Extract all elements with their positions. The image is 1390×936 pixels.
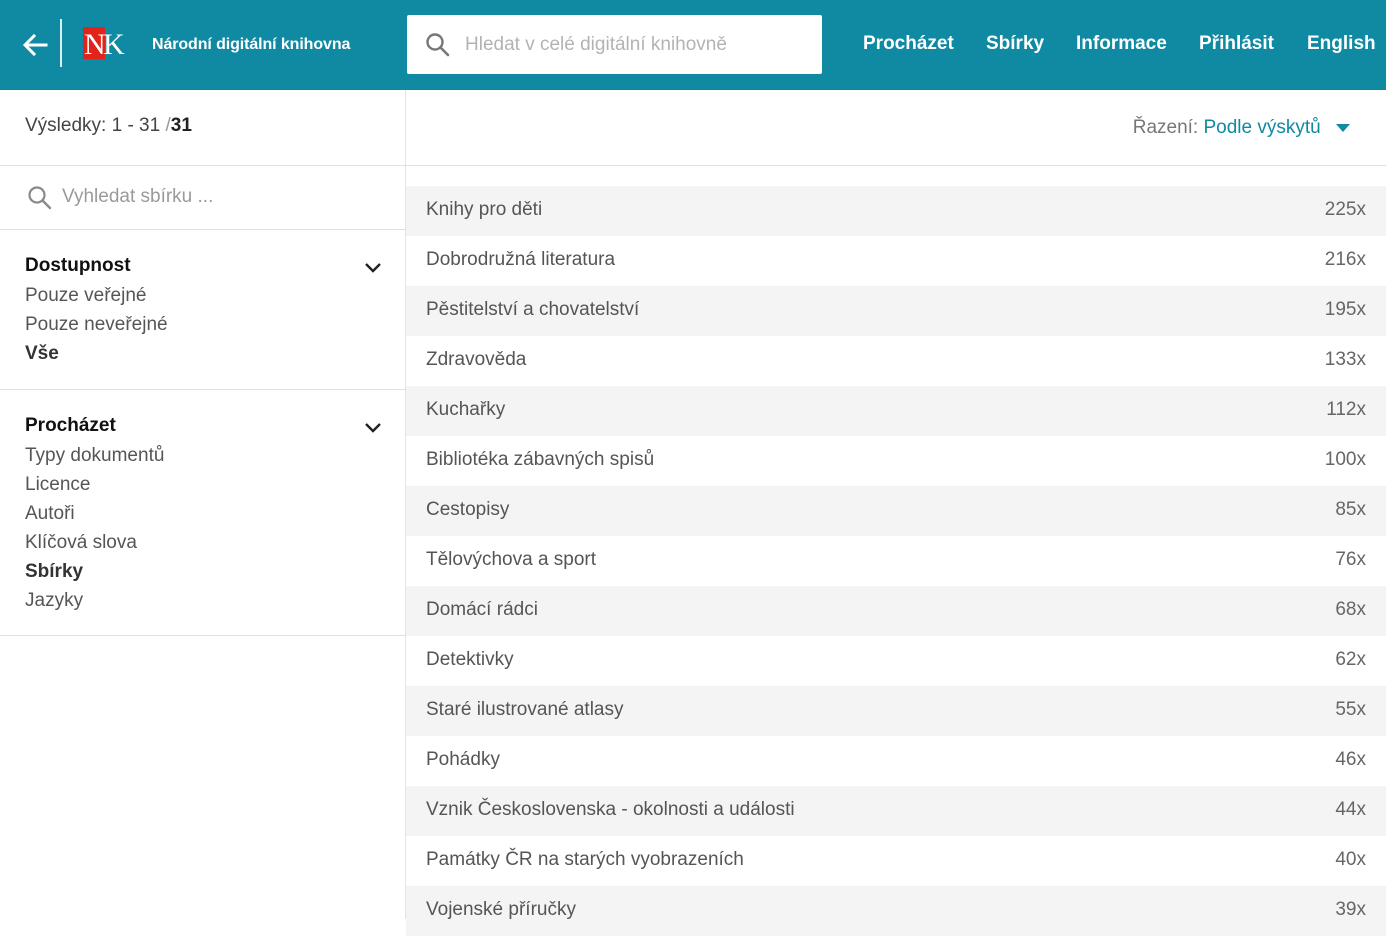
main-nav: Procházet Sbírky Informace Přihlásit Eng… — [0, 33, 1386, 59]
sort-bar: Řazení: Podle výskytů — [406, 90, 1386, 166]
collection-count: 133x — [1324, 349, 1366, 370]
sort-label: Řazení: — [1132, 117, 1199, 138]
collection-row[interactable]: Staré ilustrované atlasy 55x — [406, 686, 1386, 736]
collection-row[interactable]: Pohádky 46x — [406, 736, 1386, 786]
divider — [0, 229, 406, 230]
facet-availability-title[interactable]: Dostupnost — [25, 251, 385, 281]
facet-item-public-only[interactable]: Pouze veřejné — [25, 281, 385, 310]
facet-item-authors[interactable]: Autoři — [25, 499, 385, 528]
collection-count: 68x — [1335, 599, 1366, 620]
collection-row[interactable]: Památky ČR na starých vyobrazeních 40x — [406, 836, 1386, 886]
facet-item-collections[interactable]: Sbírky — [25, 557, 385, 586]
collection-count: 225x — [1324, 199, 1366, 220]
collection-row[interactable]: Vznik Československa - okolnosti a událo… — [406, 786, 1386, 836]
collection-name[interactable]: Památky ČR na starých vyobrazeních — [426, 849, 744, 871]
collection-name[interactable]: Domácí rádci — [426, 599, 538, 621]
nav-language[interactable]: English — [1307, 33, 1376, 55]
facet-item-languages[interactable]: Jazyky — [25, 586, 385, 615]
collection-search — [0, 167, 406, 229]
filter-sidebar: Výsledky: 1 - 31 /31 Dostupnost Pouze ve… — [0, 90, 406, 919]
collection-name[interactable]: Dobrodružná literatura — [426, 249, 615, 271]
results-total: 31 — [170, 115, 192, 136]
collection-count: 46x — [1335, 749, 1366, 770]
collection-row[interactable]: Domácí rádci 68x — [406, 586, 1386, 636]
collection-count: 195x — [1324, 299, 1366, 320]
collection-row[interactable]: Bibliotéka zábavných spisů 100x — [406, 436, 1386, 486]
collection-name[interactable]: Pěstitelství a chovatelství — [426, 299, 639, 321]
facet-item-licences[interactable]: Licence — [25, 470, 385, 499]
collection-row[interactable]: Zdravověda 133x — [406, 336, 1386, 386]
search-icon — [28, 186, 52, 210]
facet-item-private-only[interactable]: Pouze neveřejné — [25, 310, 385, 339]
collection-row[interactable]: Tělovýchova a sport 76x — [406, 536, 1386, 586]
facet-item-document-types[interactable]: Typy dokumentů — [25, 441, 385, 470]
sort-value[interactable]: Podle výskytů — [1203, 117, 1320, 138]
collection-search-input[interactable] — [62, 179, 382, 215]
collection-row[interactable]: Pěstitelství a chovatelství 195x — [406, 286, 1386, 336]
collection-count: 39x — [1335, 899, 1366, 920]
collection-name[interactable]: Kuchařky — [426, 399, 505, 421]
collection-count: 76x — [1335, 549, 1366, 570]
results-label: Výsledky: — [25, 115, 107, 136]
collection-name[interactable]: Staré ilustrované atlasy — [426, 699, 624, 721]
collection-count: 85x — [1335, 499, 1366, 520]
collection-row[interactable]: Dobrodružná literatura 216x — [406, 236, 1386, 286]
nav-information[interactable]: Informace — [1076, 33, 1167, 55]
top-header: N K Národní digitální knihovna Procházet… — [0, 0, 1386, 90]
facet-browse-title[interactable]: Procházet — [25, 411, 385, 441]
collection-row[interactable]: Cestopisy 85x — [406, 486, 1386, 536]
collection-row[interactable]: Vojenské příručky 39x — [406, 886, 1386, 936]
collection-name[interactable]: Pohádky — [426, 749, 500, 771]
collection-row[interactable]: Kuchařky 112x — [406, 386, 1386, 436]
collection-name[interactable]: Zdravověda — [426, 349, 526, 371]
results-main: Řazení: Podle výskytů Knihy pro děti 225x… — [406, 90, 1386, 936]
collection-count: 62x — [1335, 649, 1366, 670]
collection-name[interactable]: Tělovýchova a sport — [426, 549, 596, 571]
collection-list: Knihy pro děti 225x Dobrodružná literatura… — [406, 186, 1386, 936]
facet-item-keywords[interactable]: Klíčová slova — [25, 528, 385, 557]
collection-name[interactable]: Detektivky — [426, 649, 514, 671]
collection-count: 40x — [1335, 849, 1366, 870]
collection-name[interactable]: Knihy pro děti — [426, 199, 542, 221]
collection-count: 55x — [1335, 699, 1366, 720]
collection-name[interactable]: Vznik Československa - okolnosti a událo… — [426, 799, 795, 821]
nav-login[interactable]: Přihlásit — [1199, 33, 1274, 55]
collection-count: 100x — [1324, 449, 1366, 470]
collection-row[interactable]: Knihy pro děti 225x — [406, 186, 1386, 236]
collection-count: 44x — [1335, 799, 1366, 820]
collection-row[interactable]: Detektivky 62x — [406, 636, 1386, 686]
caret-down-icon[interactable] — [1336, 123, 1350, 132]
divider — [0, 165, 406, 166]
facet-browse: Procházet Typy dokumentů Licence Autoři … — [25, 411, 385, 615]
collection-name[interactable]: Cestopisy — [426, 499, 509, 521]
results-count: Výsledky: 1 - 31 /31 — [25, 115, 192, 137]
divider — [0, 389, 406, 390]
chevron-down-icon[interactable] — [363, 417, 383, 437]
nav-collections[interactable]: Sbírky — [986, 33, 1044, 55]
facet-availability: Dostupnost Pouze veřejné Pouze neveřejné… — [25, 251, 385, 368]
nav-browse[interactable]: Procházet — [863, 33, 954, 55]
results-range: 1 - 31 — [111, 115, 161, 136]
chevron-down-icon[interactable] — [363, 257, 383, 277]
facet-item-all[interactable]: Vše — [25, 339, 385, 368]
collection-count: 112x — [1326, 399, 1366, 420]
collection-name[interactable]: Vojenské příručky — [426, 899, 576, 921]
sort-dropdown[interactable]: Řazení: Podle výskytů — [1133, 117, 1350, 139]
collection-name[interactable]: Bibliotéka zábavných spisů — [426, 449, 654, 471]
divider — [0, 635, 406, 636]
collection-count: 216x — [1324, 249, 1366, 270]
